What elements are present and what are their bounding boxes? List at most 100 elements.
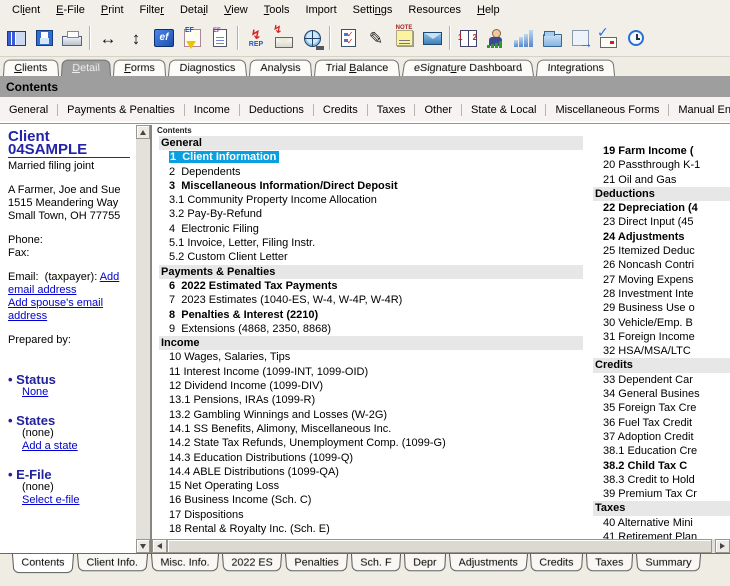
contents-item[interactable]: 3.1 Community Property Income Allocation bbox=[159, 193, 583, 207]
contents-item[interactable]: 33 Dependent Car bbox=[593, 373, 730, 387]
menu-settings[interactable]: Settings bbox=[345, 1, 401, 19]
contents-item[interactable]: 3.2 Pay-By-Refund bbox=[159, 207, 583, 221]
bottom-tab-sch-f[interactable]: Sch. F bbox=[351, 554, 401, 571]
index-book-icon[interactable]: 1 2 bbox=[454, 24, 482, 52]
envelope-icon[interactable] bbox=[418, 24, 446, 52]
contents-item[interactable]: 31 Foreign Income bbox=[593, 330, 730, 344]
bottom-tab-adjustments[interactable]: Adjustments bbox=[449, 554, 528, 571]
category-miscellaneous-forms[interactable]: Miscellaneous Forms bbox=[545, 104, 668, 116]
contents-item[interactable]: 13.1 Pensions, IRAs (1099-R) bbox=[159, 393, 583, 407]
tab-trial-balance[interactable]: Trial Balance bbox=[314, 60, 400, 76]
contents-item[interactable]: 39 Premium Tax Cr bbox=[593, 487, 730, 501]
add-spouse-email-link[interactable]: Add spouse's email address bbox=[8, 297, 130, 323]
menu-resources[interactable]: Resources bbox=[400, 1, 469, 19]
menu-client[interactable]: Client bbox=[4, 1, 48, 19]
contents-item[interactable]: 38.1 Education Cre bbox=[593, 444, 730, 458]
tab-detail[interactable]: Detail bbox=[61, 60, 111, 76]
bottom-tab-client-info[interactable]: Client Info. bbox=[77, 554, 148, 571]
contents-item[interactable]: 13.2 Gambling Winnings and Losses (W-2G) bbox=[159, 408, 583, 422]
category-deductions[interactable]: Deductions bbox=[239, 104, 313, 116]
contents-item[interactable]: 8 Penalties & Interest (2210) bbox=[159, 308, 583, 322]
tab-diagnostics[interactable]: Diagnostics bbox=[168, 60, 247, 76]
expand-horizontal-icon[interactable]: ↔ bbox=[94, 24, 122, 52]
clock-icon[interactable] bbox=[622, 24, 650, 52]
contents-item[interactable]: 4 Electronic Filing bbox=[159, 222, 583, 236]
rep-transmit-icon[interactable]: ↯REP bbox=[242, 24, 270, 52]
category-state-local[interactable]: State & Local bbox=[461, 104, 545, 116]
contents-item[interactable]: 34 General Busines bbox=[593, 387, 730, 401]
add-state-link[interactable]: Add a state bbox=[22, 440, 130, 453]
scroll-down-button[interactable] bbox=[136, 539, 150, 553]
menu-e-file[interactable]: E-File bbox=[48, 1, 93, 19]
contents-item[interactable]: 23 Direct Input (45 bbox=[593, 215, 730, 229]
scrollbar-thumb[interactable] bbox=[167, 539, 712, 553]
bottom-tab-taxes[interactable]: Taxes bbox=[586, 554, 633, 571]
category-taxes[interactable]: Taxes bbox=[367, 104, 415, 116]
bottom-tab-depr[interactable]: Depr bbox=[404, 554, 446, 571]
bottom-tab-credits[interactable]: Credits bbox=[530, 554, 583, 571]
checklist-icon[interactable] bbox=[334, 24, 362, 52]
contents-item[interactable]: 5.1 Invoice, Letter, Filing Instr. bbox=[159, 236, 583, 250]
reports-chart-icon[interactable] bbox=[510, 24, 538, 52]
tab-analysis[interactable]: Analysis bbox=[249, 60, 312, 76]
contents-item[interactable]: 18 Rental & Royalty Inc. (Sch. E) bbox=[159, 522, 583, 536]
contents-item[interactable]: 38.2 Child Tax C bbox=[593, 459, 730, 473]
contents-item[interactable]: 35 Foreign Tax Cre bbox=[593, 401, 730, 415]
transmit-mail-icon[interactable]: ↯ bbox=[270, 24, 298, 52]
category-other[interactable]: Other bbox=[414, 104, 461, 116]
tab-esignature-dashboard[interactable]: eSignature Dashboard bbox=[402, 60, 534, 76]
tab-forms[interactable]: Forms bbox=[113, 60, 166, 76]
contents-item[interactable]: 37 Adoption Credit bbox=[593, 430, 730, 444]
contents-item[interactable]: 14.1 SS Benefits, Alimony, Miscellaneous… bbox=[159, 422, 583, 436]
contents-item[interactable]: 26 Noncash Contri bbox=[593, 258, 730, 272]
efile-accepted-icon[interactable]: ✓ bbox=[594, 24, 622, 52]
client-status-icon[interactable] bbox=[482, 24, 510, 52]
status-none-link[interactable]: None bbox=[22, 386, 48, 398]
bottom-tab-summary[interactable]: Summary bbox=[636, 554, 701, 571]
contents-item[interactable]: 38.3 Credit to Hold bbox=[593, 473, 730, 487]
contents-item[interactable]: 20 Passthrough K-1 bbox=[593, 158, 730, 172]
contents-item[interactable]: 22 Depreciation (4 bbox=[593, 201, 730, 215]
contents-item[interactable]: 21 Oil and Gas bbox=[593, 173, 730, 187]
connect-web-icon[interactable] bbox=[298, 24, 326, 52]
category-general[interactable]: General bbox=[0, 104, 57, 116]
contents-item[interactable]: 32 HSA/MSA/LTC bbox=[593, 344, 730, 358]
scroll-right-button[interactable] bbox=[715, 539, 730, 553]
contents-item[interactable]: 28 Investment Inte bbox=[593, 287, 730, 301]
contents-item[interactable]: 1 Client Information bbox=[159, 150, 583, 164]
contents-item[interactable]: 2 Dependents bbox=[159, 165, 583, 179]
contents-item[interactable]: 6 2022 Estimated Tax Payments bbox=[159, 279, 583, 293]
expand-vertical-icon[interactable]: ↕ bbox=[122, 24, 150, 52]
category-credits[interactable]: Credits bbox=[313, 104, 367, 116]
sign-pen-icon[interactable]: ✎ bbox=[362, 24, 390, 52]
contents-item[interactable]: 7 2023 Estimates (1040-ES, W-4, W-4P, W-… bbox=[159, 293, 583, 307]
ef-report-icon[interactable]: EF bbox=[206, 24, 234, 52]
select-efile-link[interactable]: Select e-file bbox=[22, 494, 130, 507]
contents-item[interactable]: 3 Miscellaneous Information/Direct Depos… bbox=[159, 179, 583, 193]
bottom-tab-penalties[interactable]: Penalties bbox=[285, 554, 348, 571]
category-manual-entry-form[interactable]: Manual Entry Form bbox=[668, 104, 730, 116]
contents-item[interactable]: 14.4 ABLE Distributions (1099-QA) bbox=[159, 465, 583, 479]
scroll-left-button[interactable] bbox=[152, 539, 167, 553]
bottom-tab-misc-info[interactable]: Misc. Info. bbox=[151, 554, 219, 571]
contents-item[interactable]: 17 Dispositions bbox=[159, 508, 583, 522]
sidebar-scrollbar[interactable] bbox=[135, 125, 150, 553]
tab-clients[interactable]: Clients bbox=[3, 60, 59, 76]
client-columns-icon[interactable] bbox=[2, 24, 30, 52]
contents-item[interactable]: 25 Itemized Deduc bbox=[593, 244, 730, 258]
contents-item[interactable]: 19 Farm Income ( bbox=[593, 144, 730, 158]
ef-status-icon[interactable]: ef bbox=[150, 24, 178, 52]
menu-filter[interactable]: Filter bbox=[132, 1, 172, 19]
contents-item[interactable]: 16 Business Income (Sch. C) bbox=[159, 493, 583, 507]
scroll-up-button[interactable] bbox=[136, 125, 150, 139]
contents-item[interactable]: 24 Adjustments bbox=[593, 230, 730, 244]
contents-item[interactable]: 11 Interest Income (1099-INT, 1099-OID) bbox=[159, 365, 583, 379]
folder-icon[interactable] bbox=[538, 24, 566, 52]
menu-view[interactable]: View bbox=[216, 1, 256, 19]
tab-integrations[interactable]: Integrations bbox=[536, 60, 615, 76]
contents-item[interactable]: 36 Fuel Tax Credit bbox=[593, 416, 730, 430]
contents-item[interactable]: 12 Dividend Income (1099-DIV) bbox=[159, 379, 583, 393]
horizontal-scrollbar[interactable] bbox=[152, 539, 730, 553]
contents-item[interactable]: 29 Business Use o bbox=[593, 301, 730, 315]
contents-item[interactable]: 9 Extensions (4868, 2350, 8868) bbox=[159, 322, 583, 336]
